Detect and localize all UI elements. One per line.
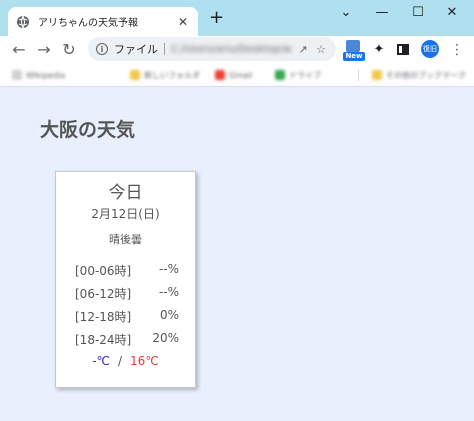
address-bar[interactable]: i ファイル C:/Users/ariu/Desktop/weather/ind… [88,37,336,61]
side-panel-icon[interactable] [397,44,409,55]
temperature-range: -℃ / 16℃ [56,354,195,368]
drive-icon [275,70,285,80]
folder-icon [372,70,382,80]
info-icon[interactable]: i [96,43,108,55]
mail-icon [215,70,225,80]
temp-max: 16℃ [130,354,159,368]
puzzle-icon[interactable]: ✦ [371,40,387,60]
back-arrow-icon[interactable]: ← [8,39,30,61]
bookmark-item[interactable]: Gmail [215,69,252,81]
address-divider [164,43,165,55]
minimize-button[interactable]: — [367,3,397,23]
rain-chance-row: [00-06時] --% [75,262,179,278]
extension-new-icon[interactable]: New [343,40,365,61]
new-tab-button[interactable]: + [209,8,224,28]
bookmark-item[interactable]: その他のブックマーク [372,69,466,81]
page-title: 大阪の天気 [40,119,136,141]
bookmark-favicon-icon [12,70,22,80]
page-content: 大阪の天気 今日 2月12日(日) 晴後曇 [00-06時] --% [06-1… [0,87,474,421]
folder-icon [130,70,140,80]
bookmark-item[interactable]: Wikipedia [12,69,65,81]
forecast-day: 今日 [108,183,143,203]
forecast-weather: 晴後曇 [109,233,142,246]
bookmark-label: その他のブックマーク [386,70,466,80]
rain-percent: 0% [159,308,179,322]
extension-square-icon [346,40,360,52]
kebab-menu-icon[interactable]: ⋮ [450,40,464,60]
bookmark-item[interactable]: ドライブ [275,69,321,81]
rain-percent: 20% [152,331,179,345]
bookmark-label: Gmail [229,70,253,80]
new-badge: New [343,52,365,61]
browser-toolbar: ← → ↻ i ファイル C:/Users/ariu/Desktop/weath… [0,36,474,64]
temp-min: -℃ [92,354,110,368]
bookmark-label: ドライブ [289,70,321,80]
reload-icon[interactable]: ↻ [58,39,80,61]
forecast-date: 2月12日(日) [91,207,160,221]
rain-percent: --% [158,262,179,276]
bookmarks-divider [358,69,359,81]
tab-strip: アリちゃんの天気予報 ✕ + ⌄ — ☐ ✕ [0,0,474,36]
forward-arrow-icon[interactable]: → [33,39,55,61]
rain-chance-row: [12-18時] 0% [75,308,179,324]
url-scheme-label: ファイル [114,43,158,56]
bookmark-label: 新しいフォルダ [144,70,200,80]
bookmark-star-icon[interactable]: ☆ [314,43,328,56]
temp-separator: / [118,354,123,368]
rain-period: [06-12時] [75,287,132,301]
rain-chance-row: [06-12時] --% [75,285,179,301]
rain-period: [00-06時] [75,264,132,278]
rain-period: [12-18時] [75,310,132,324]
forecast-card: 今日 2月12日(日) 晴後曇 [00-06時] --% [06-12時] --… [55,171,196,388]
close-window-button[interactable]: ✕ [437,3,467,23]
rain-chance-row: [18-24時] 20% [75,331,179,347]
share-icon[interactable]: ↗ [296,43,310,56]
bookmark-label: Wikipedia [26,70,66,80]
maximize-button[interactable]: ☐ [403,3,433,23]
rain-percent: --% [158,285,179,299]
tab-search-chevron-icon[interactable]: ⌄ [331,3,361,23]
bookmarks-bar: Wikipedia 新しいフォルダ Gmail ドライブ その他のブックマーク [0,64,474,87]
tab-close-icon[interactable]: ✕ [176,15,190,29]
tab-title: アリちゃんの天気予報 [38,18,138,29]
avatar[interactable]: 復旧 [421,40,439,58]
bookmark-item[interactable]: 新しいフォルダ [130,69,200,81]
rain-period: [18-24時] [75,333,132,347]
globe-icon [17,15,29,28]
browser-tab[interactable]: アリちゃんの天気予報 ✕ [8,7,198,36]
url-text[interactable]: C:/Users/ariu/Desktop/weather/index.html [171,44,292,55]
